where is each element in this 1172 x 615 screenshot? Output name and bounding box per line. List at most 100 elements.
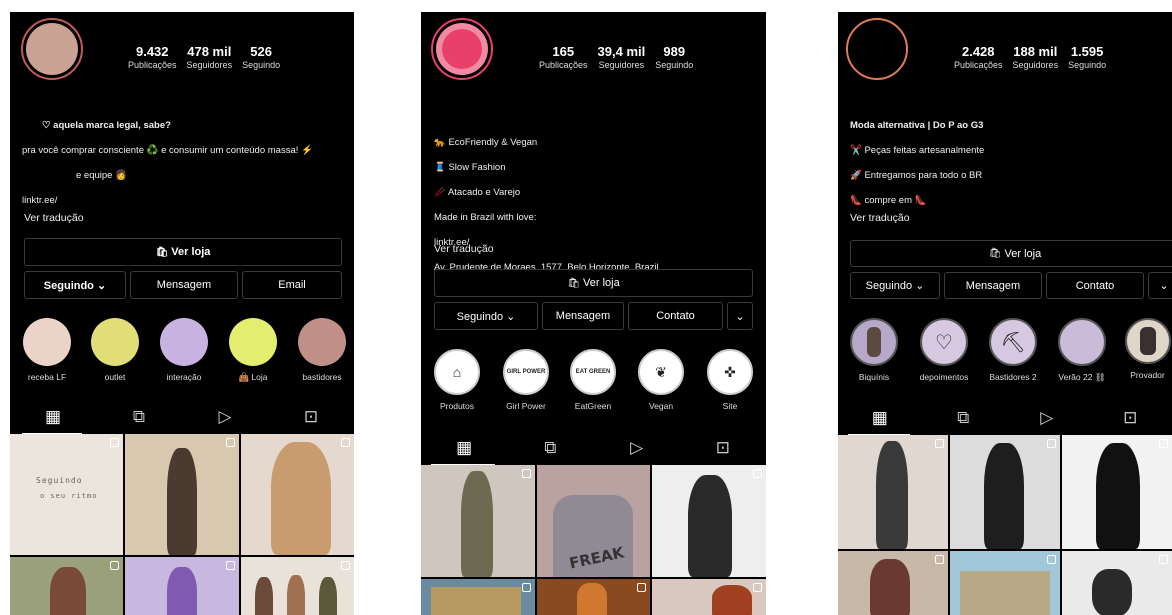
pickaxe-icon: ⛏ — [989, 318, 1037, 366]
post-thumbnail[interactable] — [536, 579, 651, 615]
post-thumbnail[interactable] — [10, 557, 124, 615]
play-icon[interactable]: ▷ — [1027, 408, 1067, 428]
stat-label: Seguindo — [242, 60, 281, 70]
play-icon[interactable]: ▷ — [205, 407, 245, 427]
post-thumbnail[interactable] — [125, 434, 239, 555]
leaf-icon: ❦ — [638, 349, 684, 395]
shop-icon: 🛍 — [567, 277, 580, 289]
post-thumbnail[interactable] — [652, 465, 766, 577]
stat-followers[interactable]: 188 mil Seguidores — [1013, 44, 1059, 71]
post-thumbnail[interactable] — [240, 434, 354, 555]
stat-posts[interactable]: 9.432 Publicações — [128, 44, 177, 71]
following-button[interactable]: Seguindo ⌄ — [434, 302, 538, 330]
highlight-outlet[interactable]: outlet — [90, 318, 140, 382]
profile-avatar[interactable] — [21, 18, 83, 80]
profile-bio: 🐆 EcoFriendly & Vegan 🧵 Slow Fashion 🥢 A… — [434, 124, 759, 287]
profile-avatar[interactable] — [431, 18, 493, 80]
grid-icon[interactable]: ▦ — [860, 408, 900, 428]
translate-link[interactable]: Ver tradução — [24, 212, 84, 224]
post-thumbnail[interactable] — [125, 557, 239, 615]
more-button[interactable]: ⌄ — [1148, 272, 1172, 299]
stat-label: Seguindo — [655, 60, 694, 70]
multi-post-icon — [341, 438, 350, 447]
highlight-depoimentos[interactable]: ♡ depoimentos — [918, 318, 970, 382]
stat-following[interactable]: 989 Seguindo — [655, 44, 693, 71]
highlight-label: EatGreen — [574, 401, 612, 411]
highlight-bastidores[interactable]: bastidores — [296, 318, 348, 382]
highlight-interacao[interactable]: interação — [159, 318, 209, 382]
tagged-icon[interactable]: ⊡ — [703, 438, 743, 458]
shop-button[interactable]: 🛍 Ver loja — [24, 238, 342, 266]
highlight-girl-power[interactable]: GIRL POWER Girl Power — [501, 349, 551, 411]
post-thumbnail[interactable] — [421, 579, 535, 615]
stat-number: 165 — [552, 44, 575, 59]
tagged-icon[interactable]: ⊡ — [291, 407, 331, 427]
post-thumbnail[interactable] — [838, 551, 948, 615]
multi-post-icon — [110, 561, 120, 570]
stat-followers[interactable]: 39,4 mil Seguidores — [598, 44, 646, 71]
stat-number: 526 — [250, 44, 272, 59]
contact-button[interactable]: Contato — [1046, 272, 1144, 299]
highlight-cover — [91, 318, 139, 366]
post-thumbnail[interactable]: FREAK — [536, 465, 651, 577]
reels-icon[interactable]: ⧉ — [530, 438, 570, 458]
bio-line: pra você comprar consciente ♻️ e consumi… — [22, 144, 313, 156]
message-button[interactable]: Mensagem — [542, 302, 624, 330]
bio-line: 👠 compre em 👠 — [850, 194, 927, 206]
play-icon[interactable]: ▷ — [617, 438, 657, 458]
more-button[interactable]: ⌄ — [727, 302, 753, 330]
following-button[interactable]: Seguindo ⌄ — [850, 272, 940, 299]
profile-avatar[interactable] — [846, 18, 908, 80]
shop-button[interactable]: 🛍 Ver loja — [434, 269, 753, 297]
multi-post-icon — [752, 469, 762, 478]
post-thumbnail[interactable] — [1062, 551, 1172, 615]
translate-link[interactable]: Ver tradução — [434, 243, 494, 255]
stat-following[interactable]: 526 Seguindo — [242, 44, 280, 71]
shop-label: Ver loja — [583, 277, 620, 289]
post-thumbnail[interactable] — [421, 465, 535, 577]
highlight-vegan[interactable]: ❦ Vegan — [636, 349, 686, 411]
profile-tabs: ▦ ⧉ ▷ ⊡ — [838, 403, 1172, 433]
message-button[interactable]: Mensagem — [944, 272, 1042, 299]
stat-posts[interactable]: 165 Publicações — [539, 44, 588, 71]
post-thumbnail[interactable] — [240, 557, 354, 615]
reels-icon[interactable]: ⧉ — [119, 407, 159, 427]
highlight-provador[interactable]: Provador — [1123, 318, 1172, 380]
reels-icon[interactable]: ⧉ — [943, 408, 983, 428]
stat-label: Publicações — [128, 60, 177, 70]
highlight-produtos[interactable]: ⌂ Produtos — [432, 349, 482, 411]
multi-post-icon — [521, 583, 531, 592]
highlight-eatgreen[interactable]: EAT GREEN EatGreen — [568, 349, 618, 411]
shop-label: Ver loja — [171, 246, 211, 258]
post-thumbnail[interactable] — [950, 551, 1060, 615]
grid-icon[interactable]: ▦ — [33, 407, 73, 427]
highlight-bastidores-2[interactable]: ⛏ Bastidores 2 — [987, 318, 1039, 382]
highlight-receba[interactable]: receba LF — [22, 318, 72, 382]
contact-button[interactable]: Contato — [628, 302, 723, 330]
following-button[interactable]: Seguindo ⌄ — [24, 271, 126, 299]
bio-link[interactable]: linktr.ee/ — [22, 195, 347, 208]
stat-followers[interactable]: 478 mil Seguidores — [187, 44, 233, 71]
highlight-biquinis[interactable]: Biquínis — [848, 318, 900, 382]
post-thumbnail[interactable] — [838, 435, 948, 549]
post-thumbnail[interactable] — [652, 579, 766, 615]
highlight-site[interactable]: ✜ Site — [705, 349, 755, 411]
tagged-icon[interactable]: ⊡ — [1110, 408, 1150, 428]
highlight-cover — [1058, 318, 1106, 366]
highlight-label: bastidores — [302, 372, 342, 382]
stat-following[interactable]: 1.595 Seguindo — [1068, 44, 1106, 71]
grid-icon[interactable]: ▦ — [444, 438, 484, 458]
email-button[interactable]: Email — [242, 271, 342, 299]
posts-grid — [838, 435, 1172, 615]
translate-link[interactable]: Ver tradução — [850, 212, 910, 224]
post-thumbnail[interactable] — [1062, 435, 1172, 549]
stat-posts[interactable]: 2.428 Publicações — [954, 44, 1003, 71]
post-thumbnail[interactable] — [950, 435, 1060, 549]
highlight-verao-22[interactable]: Verão 22 ⛓ — [1056, 318, 1108, 383]
highlight-label: 👜 Loja — [238, 372, 268, 382]
highlight-cover: GIRL POWER — [503, 349, 549, 395]
highlight-loja[interactable]: 👜 Loja — [228, 318, 278, 383]
shop-button[interactable]: 🛍 Ver loja — [850, 240, 1172, 267]
message-button[interactable]: Mensagem — [130, 271, 238, 299]
post-thumbnail[interactable]: Seguindo o seu ritmo — [10, 434, 124, 555]
